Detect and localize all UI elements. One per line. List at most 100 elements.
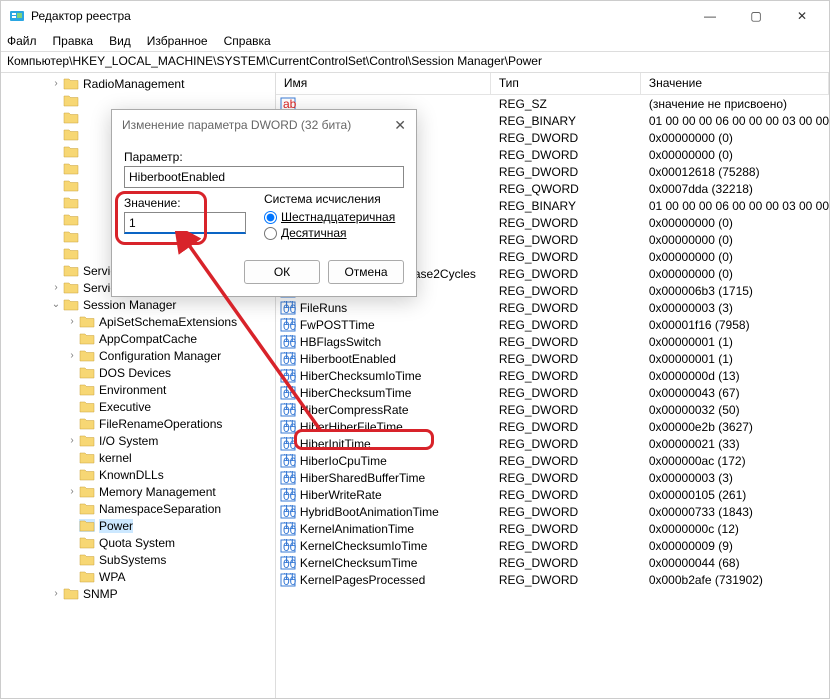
value-data: 0x00000000 (0) [641, 267, 829, 281]
list-row[interactable]: 110001FwPOSTTimeREG_DWORD0x00001f16 (795… [276, 316, 829, 333]
tree-item[interactable]: WPA [5, 568, 275, 585]
list-row[interactable]: 110001HiberCompressRateREG_DWORD0x000000… [276, 401, 829, 418]
value-type: REG_SZ [491, 97, 641, 111]
maximize-button[interactable]: ▢ [733, 1, 779, 31]
tree-item[interactable]: KnownDLLs [5, 466, 275, 483]
tree-item[interactable]: ›Memory Management [5, 483, 275, 500]
value-type: REG_DWORD [491, 233, 641, 247]
value-type: REG_DWORD [491, 216, 641, 230]
tree-item[interactable]: SubSystems [5, 551, 275, 568]
value-type-icon: 110001 [278, 301, 298, 315]
ok-button[interactable]: ОК [244, 260, 320, 284]
chevron-icon[interactable]: › [65, 435, 79, 446]
value-type: REG_DWORD [491, 437, 641, 451]
chevron-icon[interactable]: › [65, 486, 79, 497]
header-name[interactable]: Имя [276, 73, 491, 94]
value-type: REG_DWORD [491, 539, 641, 553]
tree-item[interactable]: ⌄Session Manager [5, 296, 275, 313]
value-name: FwPOSTTime [298, 318, 491, 332]
value-name: HiberChecksumTime [298, 386, 491, 400]
list-row[interactable]: 110001HiberIoCpuTimeREG_DWORD0x000000ac … [276, 452, 829, 469]
value-type-icon: 110001 [278, 471, 298, 485]
list-row[interactable]: 110001HiberInitTimeREG_DWORD0x00000021 (… [276, 435, 829, 452]
dialog-title: Изменение параметра DWORD (32 бита) [122, 118, 351, 132]
menu-view[interactable]: Вид [109, 34, 131, 48]
value-name: KernelChecksumIoTime [298, 539, 491, 553]
value-name: HiberChecksumIoTime [298, 369, 491, 383]
value-name: HBFlagsSwitch [298, 335, 491, 349]
cancel-button[interactable]: Отмена [328, 260, 404, 284]
value-type-icon: 110001 [278, 573, 298, 587]
list-row[interactable]: 110001KernelChecksumTimeREG_DWORD0x00000… [276, 554, 829, 571]
value-type-icon: 110001 [278, 352, 298, 366]
value-input[interactable] [124, 212, 246, 234]
list-row[interactable]: 110001HybridBootAnimationTimeREG_DWORD0x… [276, 503, 829, 520]
list-row[interactable]: 110001KernelPagesProcessedREG_DWORD0x000… [276, 571, 829, 588]
value-type-icon: 110001 [278, 437, 298, 451]
dialog-close-icon[interactable]: ✕ [394, 117, 406, 134]
radix-hex-row[interactable]: Шестнадцатеричная [264, 210, 404, 224]
list-row[interactable]: 110001HiberbootEnabledREG_DWORD0x0000000… [276, 350, 829, 367]
menu-file[interactable]: Файл [7, 34, 37, 48]
tree-item[interactable]: Environment [5, 381, 275, 398]
tree-item[interactable] [5, 92, 275, 109]
tree-item[interactable]: kernel [5, 449, 275, 466]
list-row[interactable]: 110001HiberChecksumTimeREG_DWORD0x000000… [276, 384, 829, 401]
tree-item[interactable]: ›RadioManagement [5, 75, 275, 92]
value-type: REG_DWORD [491, 148, 641, 162]
tree-item[interactable]: › Configuration Manager [5, 347, 275, 364]
chevron-icon[interactable]: › [65, 350, 79, 361]
value-data: 0x00000003 (3) [641, 301, 829, 315]
tree-item[interactable]: NamespaceSeparation [5, 500, 275, 517]
chevron-icon[interactable]: › [65, 316, 79, 327]
value-type: REG_BINARY [491, 199, 641, 213]
tree-item[interactable]: ›SNMP [5, 585, 275, 602]
list-header: Имя Тип Значение [276, 73, 829, 95]
header-type[interactable]: Тип [491, 73, 641, 94]
tree-item-label: WPA [99, 570, 125, 584]
menu-edit[interactable]: Правка [53, 34, 94, 48]
tree-item[interactable]: AppCompatCache [5, 330, 275, 347]
list-row[interactable]: 110001HiberSharedBufferTimeREG_DWORD0x00… [276, 469, 829, 486]
value-type-icon: 110001 [278, 369, 298, 383]
radix-dec-row[interactable]: Десятичная [264, 226, 404, 240]
list-row[interactable]: 110001HiberHiberFileTimeREG_DWORD0x00000… [276, 418, 829, 435]
list-row[interactable]: 110001KernelChecksumIoTimeREG_DWORD0x000… [276, 537, 829, 554]
address-bar[interactable]: Компьютер\HKEY_LOCAL_MACHINE\SYSTEM\Curr… [1, 51, 829, 73]
tree-item[interactable]: ›ApiSetSchemaExtensions [5, 313, 275, 330]
tree-item[interactable]: Executive [5, 398, 275, 415]
value-data: 0x00000021 (33) [641, 437, 829, 451]
list-row[interactable]: 110001HiberWriteRateREG_DWORD0x00000105 … [276, 486, 829, 503]
value-type: REG_DWORD [491, 403, 641, 417]
chevron-icon[interactable]: ⌄ [49, 299, 63, 310]
tree-item[interactable]: DOS Devices [5, 364, 275, 381]
list-row[interactable]: 110001HiberChecksumIoTimeREG_DWORD0x0000… [276, 367, 829, 384]
param-input[interactable] [124, 166, 404, 188]
tree-item[interactable]: ›I/O System [5, 432, 275, 449]
value-name: HiberIoCpuTime [298, 454, 491, 468]
radix-dec[interactable] [264, 227, 277, 240]
value-type-icon: 110001 [278, 505, 298, 519]
list-row[interactable]: 110001KernelAnimationTimeREG_DWORD0x0000… [276, 520, 829, 537]
tree-item-label: Configuration Manager [99, 349, 221, 363]
tree-item[interactable]: FileRenameOperations [5, 415, 275, 432]
header-value[interactable]: Значение [641, 73, 829, 94]
value-type: REG_DWORD [491, 301, 641, 315]
minimize-button[interactable]: — [687, 1, 733, 31]
close-button[interactable]: ✕ [779, 1, 825, 31]
chevron-icon[interactable]: › [49, 78, 63, 89]
svg-text:001: 001 [283, 540, 296, 553]
menu-fav[interactable]: Избранное [147, 34, 208, 48]
list-row[interactable]: 110001HBFlagsSwitchREG_DWORD0x00000001 (… [276, 333, 829, 350]
tree-item-label: Environment [99, 383, 166, 397]
value-type: REG_DWORD [491, 454, 641, 468]
value-type: REG_QWORD [491, 182, 641, 196]
chevron-icon[interactable]: › [49, 588, 63, 599]
menu-help[interactable]: Справка [224, 34, 271, 48]
tree-item[interactable]: Quota System [5, 534, 275, 551]
value-type: REG_DWORD [491, 318, 641, 332]
tree-item[interactable]: Power [5, 517, 275, 534]
chevron-icon[interactable]: › [49, 282, 63, 293]
radix-hex[interactable] [264, 211, 277, 224]
list-row[interactable]: 110001FileRunsREG_DWORD0x00000003 (3) [276, 299, 829, 316]
